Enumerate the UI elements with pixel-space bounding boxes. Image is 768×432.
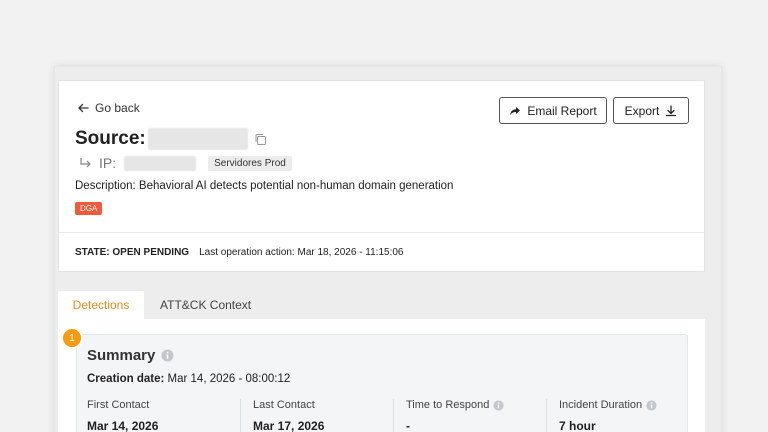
- summary-card: Summary Creation date: Mar 14, 2026 - 08…: [76, 334, 688, 432]
- ip-row: IP: Servidores Prod: [79, 155, 292, 171]
- summary-title: Summary: [87, 347, 156, 364]
- summary-metrics: First Contact Mar 14, 2026 Last Contact …: [87, 399, 699, 432]
- go-back-label: Go back: [95, 101, 140, 115]
- email-report-button[interactable]: Email Report: [499, 97, 607, 124]
- email-report-label: Email Report: [527, 103, 597, 118]
- metric-value: Mar 14, 2026: [87, 419, 159, 432]
- tab-detections[interactable]: Detections: [58, 291, 144, 319]
- ip-group-tag: Servidores Prod: [208, 155, 292, 171]
- source-row: Source:: [75, 128, 267, 150]
- creation-date: Creation date: Mar 14, 2026 - 08:00:12: [87, 373, 290, 385]
- info-icon[interactable]: [646, 399, 657, 411]
- metric-value: -: [406, 419, 410, 432]
- ip-redacted-value: [124, 155, 197, 171]
- return-arrow-icon: [80, 158, 91, 168]
- metric-label-row: Incident Duration: [559, 399, 689, 411]
- metric-label: Incident Duration: [559, 399, 643, 411]
- info-icon[interactable]: [161, 349, 174, 362]
- metric-incident-duration: Incident Duration 7 hour: [546, 399, 699, 432]
- state-row: STATE: OPEN PENDING Last operation actio…: [75, 247, 404, 258]
- state-label: STATE: OPEN PENDING: [75, 247, 190, 258]
- share-icon: [510, 106, 521, 115]
- header-divider: [59, 232, 704, 233]
- metric-last-contact: Last Contact Mar 17, 2026: [240, 399, 393, 432]
- last-operation-action: Last operation action: Mar 18, 2026 - 11…: [199, 247, 404, 258]
- incident-description: Description: Behavioral AI detects poten…: [75, 180, 454, 192]
- info-icon[interactable]: [493, 399, 504, 411]
- detections-panel: Summary Creation date: Mar 14, 2026 - 08…: [58, 319, 705, 432]
- tab-bar: Detections ATT&CK Context: [58, 291, 267, 319]
- go-back-link[interactable]: Go back: [77, 101, 140, 115]
- summary-title-row: Summary: [87, 347, 174, 364]
- metric-time-to-respond: Time to Respond -: [393, 399, 546, 432]
- metric-label: Time to Respond: [406, 399, 490, 411]
- incident-header-card: Go back Email Report Export Source: IP: …: [58, 80, 705, 272]
- export-button[interactable]: Export: [613, 97, 689, 124]
- metric-value: 7 hour: [559, 419, 596, 432]
- source-redacted-value: [147, 128, 248, 150]
- source-label: Source:: [75, 128, 146, 149]
- download-icon: [666, 104, 677, 116]
- ip-label: IP:: [99, 155, 117, 171]
- creation-date-value: Mar 14, 2026 - 08:00:12: [167, 373, 291, 385]
- metric-first-contact: First Contact Mar 14, 2026: [87, 399, 240, 432]
- tab-attack-context[interactable]: ATT&CK Context: [144, 291, 267, 319]
- export-label: Export: [624, 103, 660, 118]
- metric-label: First Contact: [87, 399, 150, 411]
- step-badge: 1: [61, 327, 83, 349]
- creation-date-label: Creation date:: [87, 373, 165, 385]
- metric-label: Last Contact: [253, 399, 315, 411]
- metric-label-row: Time to Respond: [406, 399, 536, 411]
- copy-icon[interactable]: [254, 133, 267, 146]
- arrow-left-icon: [78, 103, 89, 113]
- dga-tag: DGA: [75, 202, 103, 215]
- metric-value: Mar 17, 2026: [253, 419, 325, 432]
